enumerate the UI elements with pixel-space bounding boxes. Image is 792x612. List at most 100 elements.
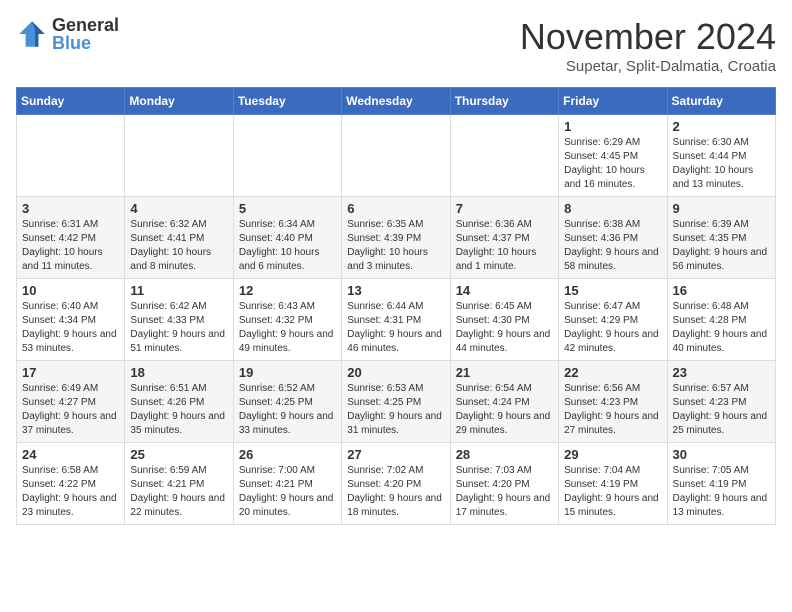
logo-icon bbox=[16, 18, 48, 50]
day-info: Sunrise: 6:35 AM Sunset: 4:39 PM Dayligh… bbox=[347, 218, 444, 274]
day-info: Sunrise: 6:38 AM Sunset: 4:36 PM Dayligh… bbox=[564, 218, 661, 274]
calendar-cell: 27 Sunrise: 7:02 AM Sunset: 4:20 PM Dayli… bbox=[342, 443, 450, 525]
day-number: 22 bbox=[564, 365, 661, 380]
day-info: Sunrise: 6:59 AM Sunset: 4:21 PM Dayligh… bbox=[130, 464, 227, 520]
day-number: 18 bbox=[130, 365, 227, 380]
calendar-cell: 12 Sunrise: 6:43 AM Sunset: 4:32 PM Dayli… bbox=[233, 279, 341, 361]
calendar-cell bbox=[125, 115, 233, 197]
day-info: Sunrise: 7:03 AM Sunset: 4:20 PM Dayligh… bbox=[456, 464, 553, 520]
day-number: 14 bbox=[456, 283, 553, 298]
day-number: 23 bbox=[673, 365, 770, 380]
day-number: 11 bbox=[130, 283, 227, 298]
day-info: Sunrise: 6:34 AM Sunset: 4:40 PM Dayligh… bbox=[239, 218, 336, 274]
day-info: Sunrise: 6:51 AM Sunset: 4:26 PM Dayligh… bbox=[130, 382, 227, 438]
day-number: 25 bbox=[130, 447, 227, 462]
calendar-week-row: 17Sunrise: 6:49 AM Sunset: 4:27 PM Dayli… bbox=[17, 361, 776, 443]
calendar-cell: 17Sunrise: 6:49 AM Sunset: 4:27 PM Dayli… bbox=[17, 361, 125, 443]
calendar-cell: 9 Sunrise: 6:39 AM Sunset: 4:35 PM Daylig… bbox=[667, 197, 775, 279]
calendar-cell: 4Sunrise: 6:32 AM Sunset: 4:41 PM Daylig… bbox=[125, 197, 233, 279]
day-info: Sunrise: 6:44 AM Sunset: 4:31 PM Dayligh… bbox=[347, 300, 444, 356]
logo-text: General Blue bbox=[52, 16, 119, 52]
day-number: 27 bbox=[347, 447, 444, 462]
calendar-cell: 28 Sunrise: 7:03 AM Sunset: 4:20 PM Dayli… bbox=[450, 443, 558, 525]
logo: General Blue bbox=[16, 16, 119, 52]
day-number: 17 bbox=[22, 365, 119, 380]
calendar-cell bbox=[450, 115, 558, 197]
weekday-header-cell: Tuesday bbox=[233, 88, 341, 115]
weekday-header-cell: Wednesday bbox=[342, 88, 450, 115]
day-number: 16 bbox=[673, 283, 770, 298]
day-number: 24 bbox=[22, 447, 119, 462]
day-number: 28 bbox=[456, 447, 553, 462]
day-number: 29 bbox=[564, 447, 661, 462]
calendar-cell: 10Sunrise: 6:40 AM Sunset: 4:34 PM Dayli… bbox=[17, 279, 125, 361]
calendar-cell: 20 Sunrise: 6:53 AM Sunset: 4:25 PM Dayli… bbox=[342, 361, 450, 443]
day-number: 3 bbox=[22, 201, 119, 216]
calendar-cell: 15 Sunrise: 6:47 AM Sunset: 4:29 PM Dayli… bbox=[559, 279, 667, 361]
calendar-cell bbox=[342, 115, 450, 197]
day-info: Sunrise: 6:57 AM Sunset: 4:23 PM Dayligh… bbox=[673, 382, 770, 438]
calendar-cell: 1 Sunrise: 6:29 AM Sunset: 4:45 PM Daylig… bbox=[559, 115, 667, 197]
calendar-cell: 29Sunrise: 7:04 AM Sunset: 4:19 PM Dayli… bbox=[559, 443, 667, 525]
calendar-cell bbox=[233, 115, 341, 197]
day-info: Sunrise: 6:39 AM Sunset: 4:35 PM Dayligh… bbox=[673, 218, 770, 274]
day-number: 30 bbox=[673, 447, 770, 462]
calendar-cell: 18 Sunrise: 6:51 AM Sunset: 4:26 PM Dayli… bbox=[125, 361, 233, 443]
calendar-week-row: 24 Sunrise: 6:58 AM Sunset: 4:22 PM Dayli… bbox=[17, 443, 776, 525]
day-number: 26 bbox=[239, 447, 336, 462]
day-info: Sunrise: 6:58 AM Sunset: 4:22 PM Dayligh… bbox=[22, 464, 119, 520]
day-info: Sunrise: 6:53 AM Sunset: 4:25 PM Dayligh… bbox=[347, 382, 444, 438]
calendar-cell: 23 Sunrise: 6:57 AM Sunset: 4:23 PM Dayli… bbox=[667, 361, 775, 443]
day-info: Sunrise: 6:32 AM Sunset: 4:41 PM Dayligh… bbox=[130, 218, 227, 274]
calendar-cell: 6 Sunrise: 6:35 AM Sunset: 4:39 PM Daylig… bbox=[342, 197, 450, 279]
day-info: Sunrise: 6:56 AM Sunset: 4:23 PM Dayligh… bbox=[564, 382, 661, 438]
calendar-cell: 24 Sunrise: 6:58 AM Sunset: 4:22 PM Dayli… bbox=[17, 443, 125, 525]
location-subtitle: Supetar, Split-Dalmatia, Croatia bbox=[520, 58, 776, 75]
day-info: Sunrise: 6:42 AM Sunset: 4:33 PM Dayligh… bbox=[130, 300, 227, 356]
calendar-cell: 8 Sunrise: 6:38 AM Sunset: 4:36 PM Daylig… bbox=[559, 197, 667, 279]
day-info: Sunrise: 6:30 AM Sunset: 4:44 PM Dayligh… bbox=[673, 136, 770, 192]
day-number: 12 bbox=[239, 283, 336, 298]
weekday-header-cell: Thursday bbox=[450, 88, 558, 115]
day-number: 9 bbox=[673, 201, 770, 216]
logo-line1: General bbox=[52, 16, 119, 34]
day-number: 1 bbox=[564, 119, 661, 134]
day-info: Sunrise: 6:47 AM Sunset: 4:29 PM Dayligh… bbox=[564, 300, 661, 356]
day-number: 8 bbox=[564, 201, 661, 216]
calendar-cell: 30 Sunrise: 7:05 AM Sunset: 4:19 PM Dayli… bbox=[667, 443, 775, 525]
day-number: 21 bbox=[456, 365, 553, 380]
day-number: 15 bbox=[564, 283, 661, 298]
day-number: 10 bbox=[22, 283, 119, 298]
calendar-cell: 3Sunrise: 6:31 AM Sunset: 4:42 PM Daylig… bbox=[17, 197, 125, 279]
weekday-header-cell: Saturday bbox=[667, 88, 775, 115]
calendar-week-row: 3Sunrise: 6:31 AM Sunset: 4:42 PM Daylig… bbox=[17, 197, 776, 279]
calendar-week-row: 10Sunrise: 6:40 AM Sunset: 4:34 PM Dayli… bbox=[17, 279, 776, 361]
calendar-cell: 21 Sunrise: 6:54 AM Sunset: 4:24 PM Dayli… bbox=[450, 361, 558, 443]
weekday-header-cell: Monday bbox=[125, 88, 233, 115]
day-number: 13 bbox=[347, 283, 444, 298]
calendar-body: 1 Sunrise: 6:29 AM Sunset: 4:45 PM Daylig… bbox=[17, 115, 776, 525]
calendar-cell: 13 Sunrise: 6:44 AM Sunset: 4:31 PM Dayli… bbox=[342, 279, 450, 361]
day-info: Sunrise: 6:52 AM Sunset: 4:25 PM Dayligh… bbox=[239, 382, 336, 438]
weekday-header-row: SundayMondayTuesdayWednesdayThursdayFrid… bbox=[17, 88, 776, 115]
calendar-cell: 16 Sunrise: 6:48 AM Sunset: 4:28 PM Dayli… bbox=[667, 279, 775, 361]
day-number: 19 bbox=[239, 365, 336, 380]
calendar-cell: 19 Sunrise: 6:52 AM Sunset: 4:25 PM Dayli… bbox=[233, 361, 341, 443]
calendar-cell: 22 Sunrise: 6:56 AM Sunset: 4:23 PM Dayli… bbox=[559, 361, 667, 443]
day-info: Sunrise: 6:54 AM Sunset: 4:24 PM Dayligh… bbox=[456, 382, 553, 438]
day-number: 20 bbox=[347, 365, 444, 380]
day-info: Sunrise: 7:02 AM Sunset: 4:20 PM Dayligh… bbox=[347, 464, 444, 520]
calendar-cell: 11 Sunrise: 6:42 AM Sunset: 4:33 PM Dayli… bbox=[125, 279, 233, 361]
title-area: November 2024 Supetar, Split-Dalmatia, C… bbox=[520, 16, 776, 75]
day-info: Sunrise: 7:00 AM Sunset: 4:21 PM Dayligh… bbox=[239, 464, 336, 520]
day-info: Sunrise: 6:43 AM Sunset: 4:32 PM Dayligh… bbox=[239, 300, 336, 356]
day-info: Sunrise: 6:48 AM Sunset: 4:28 PM Dayligh… bbox=[673, 300, 770, 356]
day-number: 5 bbox=[239, 201, 336, 216]
calendar-cell: 25 Sunrise: 6:59 AM Sunset: 4:21 PM Dayli… bbox=[125, 443, 233, 525]
month-title: November 2024 bbox=[520, 16, 776, 58]
day-info: Sunrise: 6:36 AM Sunset: 4:37 PM Dayligh… bbox=[456, 218, 553, 274]
day-info: Sunrise: 6:29 AM Sunset: 4:45 PM Dayligh… bbox=[564, 136, 661, 192]
day-number: 6 bbox=[347, 201, 444, 216]
day-info: Sunrise: 7:05 AM Sunset: 4:19 PM Dayligh… bbox=[673, 464, 770, 520]
calendar-table: SundayMondayTuesdayWednesdayThursdayFrid… bbox=[16, 87, 776, 525]
